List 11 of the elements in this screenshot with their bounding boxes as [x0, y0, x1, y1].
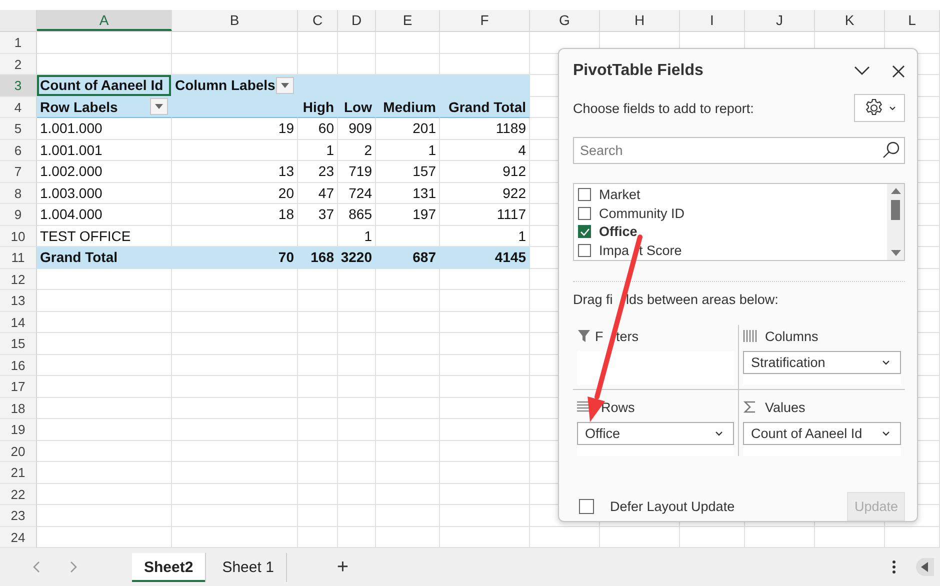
area-label: Values — [765, 400, 806, 414]
area-label: F — [595, 328, 604, 344]
area-label: ters — [616, 328, 639, 344]
instruction-text: lds between areas below: — [626, 292, 778, 307]
cell-text: Row Labels — [40, 98, 118, 115]
instruction-text: Choose fields to add to report: — [573, 100, 754, 116]
instruction-text: Drag fi — [573, 292, 614, 307]
area-label: Columns — [765, 328, 818, 344]
cell-text: Column Labels — [175, 77, 276, 94]
area-label: Rows — [601, 400, 635, 414]
panel-title: PivotTable Fields — [573, 62, 704, 80]
